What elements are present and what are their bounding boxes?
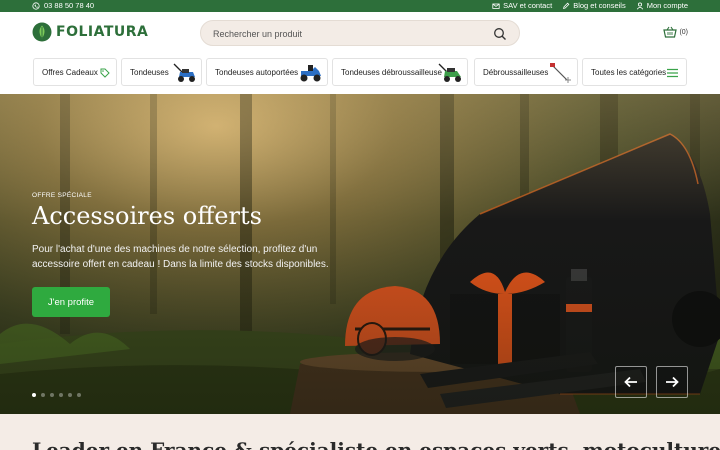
hero-description: Pour l'achat d'une des machines de notre… [32, 244, 329, 270]
cart-count: (0) [679, 28, 688, 36]
slider-prev-button[interactable] [615, 366, 647, 398]
slider-dot[interactable] [77, 393, 81, 397]
brushcutter-thumb [550, 63, 571, 83]
hero-overline: OFFRE SPÉCIALE [32, 192, 92, 199]
nav-item-tondeuses-autoportees[interactable]: Tondeuses autoportées [206, 58, 328, 86]
hero-title: Accessoires offerts [32, 202, 262, 230]
arrow-left-icon [624, 376, 637, 388]
slider-dot[interactable] [68, 393, 72, 397]
slider-dot[interactable] [50, 393, 54, 397]
main-header: FOLIATURA (0) [0, 12, 720, 56]
nav-item-tondeuses[interactable]: Tondeuses [121, 58, 202, 86]
hamburger-icon [667, 68, 678, 78]
site-logo[interactable]: FOLIATURA [32, 22, 148, 42]
nav-item-label: Offres Cadeaux [42, 67, 98, 77]
user-icon [636, 2, 643, 9]
topbar-link-blog-label: Blog et conseils [573, 1, 626, 10]
search-bar [200, 20, 520, 46]
nav-item-label: Tondeuses [130, 67, 169, 77]
nav-item-toutes-categories[interactable]: Toutes les catégories [582, 58, 687, 86]
topbar-link-sav[interactable]: SAV et contact [492, 1, 552, 10]
nav-item-label: Tondeuses débroussailleuse [341, 67, 442, 77]
topbar-link-account[interactable]: Mon compte [636, 1, 688, 10]
nav-item-debroussailleuses[interactable]: Débroussailleuses [474, 58, 578, 86]
nav-item-label: Toutes les catégories [591, 67, 667, 77]
slider-dot[interactable] [32, 393, 36, 397]
slider-dots [32, 393, 81, 397]
category-nav: Offres Cadeaux Tondeuses Tondeuses autop… [0, 56, 720, 94]
pen-icon [563, 2, 570, 9]
nav-item-label: Tondeuses autoportées [215, 67, 299, 77]
basket-icon [663, 26, 678, 38]
nav-item-offres-cadeaux[interactable]: Offres Cadeaux [33, 58, 117, 86]
lawnmower-thumb [173, 63, 195, 82]
nav-item-tondeuses-debroussailleuse[interactable]: Tondeuses débroussailleuse [332, 58, 468, 86]
intro-section: Leader en France & spécialiste en espace… [0, 414, 720, 450]
topbar-link-sav-label: SAV et contact [503, 1, 553, 10]
slider-dot[interactable] [59, 393, 63, 397]
ride-on-mower-thumb [300, 65, 321, 82]
mail-icon [492, 3, 500, 9]
topbar-link-blog[interactable]: Blog et conseils [562, 1, 626, 10]
slider-dot[interactable] [41, 393, 45, 397]
top-bar: 03 88 50 78 40 SAV et contact Blog et co… [0, 0, 720, 12]
tag-icon [100, 68, 110, 78]
arrow-right-icon [666, 376, 679, 388]
leaf-logo-icon [32, 22, 52, 42]
cart-button[interactable]: (0) [663, 26, 688, 38]
nav-item-label: Débroussailleuses [483, 67, 549, 77]
hero-slider: OFFRE SPÉCIALE Accessoires offerts Pour … [0, 94, 720, 414]
phone-icon [32, 1, 40, 10]
search-icon[interactable] [493, 27, 507, 41]
topbar-link-account-label: Mon compte [646, 1, 688, 10]
hero-cta-button[interactable]: J'en profite [32, 287, 110, 317]
search-input[interactable] [213, 26, 483, 42]
logo-text: FOLIATURA [56, 24, 149, 40]
slider-next-button[interactable] [656, 366, 688, 398]
intro-heading: Leader en France & spécialiste en espace… [32, 438, 720, 450]
phone-number: 03 88 50 78 40 [44, 1, 95, 10]
phone-contact[interactable]: 03 88 50 78 40 [32, 1, 94, 10]
brush-mower-thumb [438, 63, 461, 82]
